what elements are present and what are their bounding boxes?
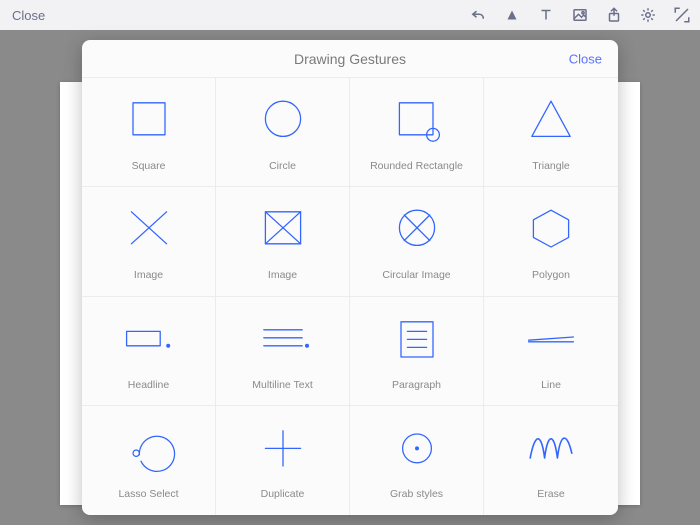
fullscreen-icon[interactable]	[672, 5, 692, 25]
image-x-icon	[108, 199, 190, 263]
image-box-x-icon	[242, 199, 324, 263]
image-icon[interactable]	[570, 5, 590, 25]
gesture-lasso-select[interactable]: Lasso Select	[82, 406, 216, 515]
circle-dot-icon	[376, 418, 458, 482]
drawing-gestures-modal: Drawing Gestures Close Square Circle	[82, 40, 618, 515]
circle-x-icon	[376, 199, 458, 263]
square-icon	[108, 90, 190, 154]
gesture-multiline-text[interactable]: Multiline Text	[216, 297, 350, 406]
text-icon[interactable]	[536, 5, 556, 25]
paragraph-icon	[376, 309, 458, 373]
triangle-icon	[510, 90, 592, 154]
shape-icon[interactable]	[502, 5, 522, 25]
undo-icon[interactable]	[468, 5, 488, 25]
modal-close-button[interactable]: Close	[569, 51, 602, 66]
gesture-label: Multiline Text	[252, 379, 313, 391]
gesture-image-box[interactable]: Image	[216, 187, 350, 296]
share-icon[interactable]	[604, 5, 624, 25]
gesture-label: Triangle	[532, 160, 570, 172]
modal-title: Drawing Gestures	[294, 51, 406, 67]
gesture-triangle[interactable]: Triangle	[484, 78, 618, 187]
gesture-rounded-rectangle[interactable]: Rounded Rectangle	[350, 78, 484, 187]
plus-icon	[242, 418, 324, 482]
gesture-label: Duplicate	[261, 488, 305, 500]
scribble-icon	[510, 418, 592, 482]
gesture-label: Erase	[537, 488, 564, 500]
gesture-circle[interactable]: Circle	[216, 78, 350, 187]
gesture-circular-image[interactable]: Circular Image	[350, 187, 484, 296]
gesture-label: Square	[132, 160, 166, 172]
gesture-line[interactable]: Line	[484, 297, 618, 406]
lasso-icon	[108, 418, 190, 482]
gesture-label: Paragraph	[392, 379, 441, 391]
gesture-paragraph[interactable]: Paragraph	[350, 297, 484, 406]
circle-icon	[242, 90, 324, 154]
rounded-rect-icon	[376, 90, 458, 154]
gesture-grab-styles[interactable]: Grab styles	[350, 406, 484, 515]
gear-icon[interactable]	[638, 5, 658, 25]
gesture-erase[interactable]: Erase	[484, 406, 618, 515]
gesture-image[interactable]: Image	[82, 187, 216, 296]
gesture-square[interactable]: Square	[82, 78, 216, 187]
gesture-headline[interactable]: Headline	[82, 297, 216, 406]
gesture-label: Image	[268, 269, 297, 281]
gesture-label: Image	[134, 269, 163, 281]
gesture-label: Headline	[128, 379, 169, 391]
app-close-button[interactable]: Close	[8, 6, 49, 25]
gesture-label: Grab styles	[390, 488, 443, 500]
gesture-label: Lasso Select	[118, 488, 178, 500]
gesture-label: Circle	[269, 160, 296, 172]
gesture-polygon[interactable]: Polygon	[484, 187, 618, 296]
multiline-icon	[242, 309, 324, 373]
gesture-duplicate[interactable]: Duplicate	[216, 406, 350, 515]
gesture-label: Polygon	[532, 269, 570, 281]
gesture-label: Line	[541, 379, 561, 391]
headline-icon	[108, 309, 190, 373]
gesture-label: Rounded Rectangle	[370, 160, 463, 172]
polygon-icon	[510, 199, 592, 263]
gesture-label: Circular Image	[382, 269, 450, 281]
line-icon	[510, 309, 592, 373]
